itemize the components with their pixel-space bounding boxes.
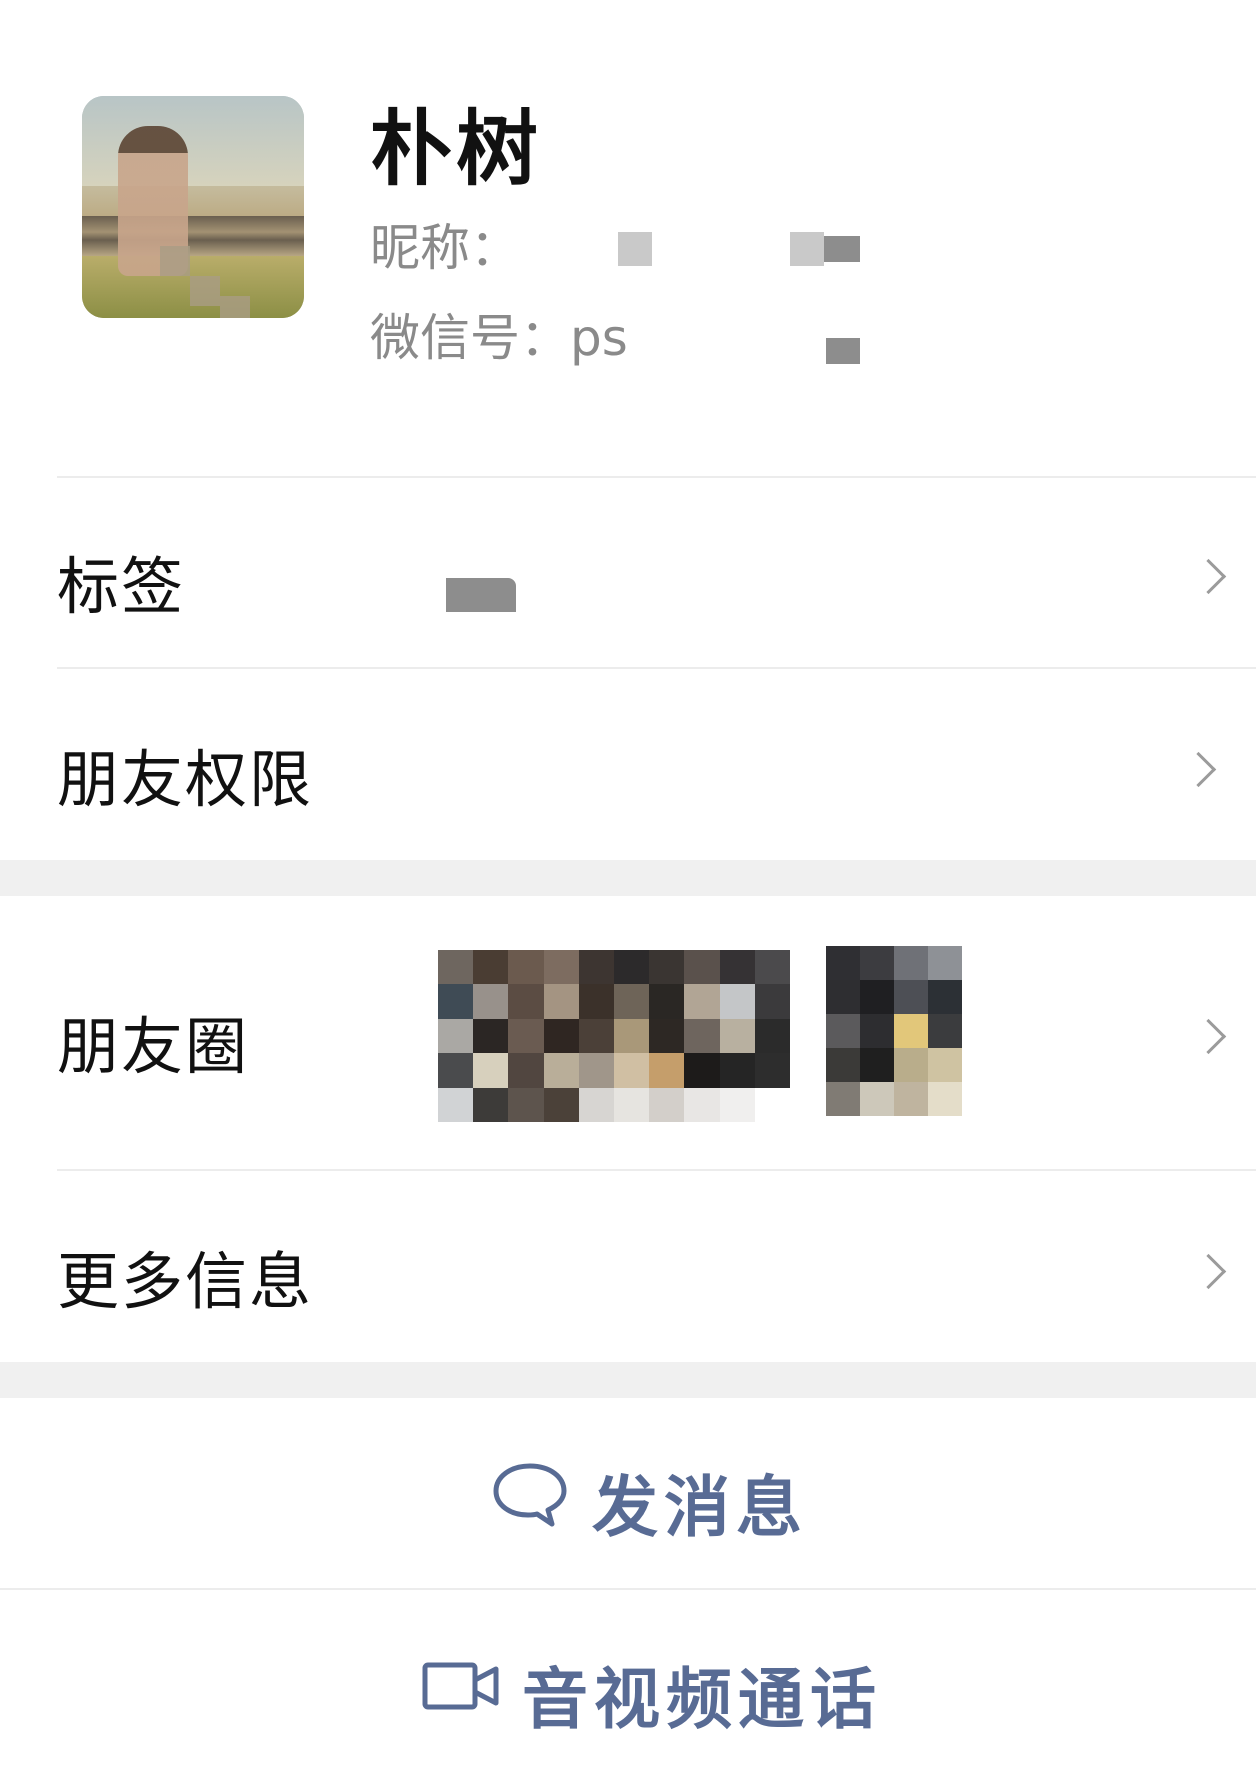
more-info-row[interactable]: 更多信息	[0, 1171, 1256, 1361]
section-separator	[0, 1362, 1256, 1398]
redacted-nickname	[824, 236, 860, 262]
moments-thumbnail[interactable]	[438, 950, 790, 1122]
chat-bubble-icon	[490, 1460, 570, 1530]
chevron-right-icon	[1180, 751, 1217, 788]
redacted-nickname	[790, 232, 824, 266]
moments-row[interactable]: 朋友圈	[0, 896, 1256, 1168]
moments-label: 朋友圈	[57, 1010, 250, 1083]
redacted-tag	[446, 578, 516, 612]
avatar-mosaic	[190, 276, 220, 306]
avatar-mosaic	[220, 296, 250, 318]
section-separator	[0, 860, 1256, 896]
moments-thumbnail[interactable]	[826, 946, 962, 1116]
avatar-sky	[82, 96, 304, 186]
video-call-button[interactable]: 音视频通话	[0, 1590, 1256, 1772]
video-camera-icon	[422, 1660, 500, 1712]
avatar-fence	[82, 216, 304, 256]
avatar[interactable]	[82, 96, 304, 318]
video-call-label: 音视频通话	[522, 1661, 882, 1738]
nickname-label: 昵称：	[370, 219, 520, 277]
tags-label: 标签	[57, 550, 186, 623]
redacted-wechat-id	[826, 338, 860, 364]
redacted-nickname	[618, 232, 652, 266]
chevron-right-icon	[1190, 1018, 1227, 1055]
friend-permissions-label: 朋友权限	[57, 743, 314, 816]
avatar-mosaic	[160, 246, 190, 276]
send-message-label: 发消息	[592, 1469, 808, 1546]
chevron-right-icon	[1190, 1253, 1227, 1290]
display-name: 朴树	[370, 102, 543, 197]
friend-permissions-row[interactable]: 朋友权限	[0, 669, 1256, 857]
wechat-id: 微信号：ps	[370, 309, 628, 367]
send-message-button[interactable]: 发消息	[0, 1398, 1256, 1588]
tags-row[interactable]: 标签	[0, 478, 1256, 666]
chevron-right-icon	[1190, 558, 1227, 595]
more-info-label: 更多信息	[57, 1245, 314, 1318]
